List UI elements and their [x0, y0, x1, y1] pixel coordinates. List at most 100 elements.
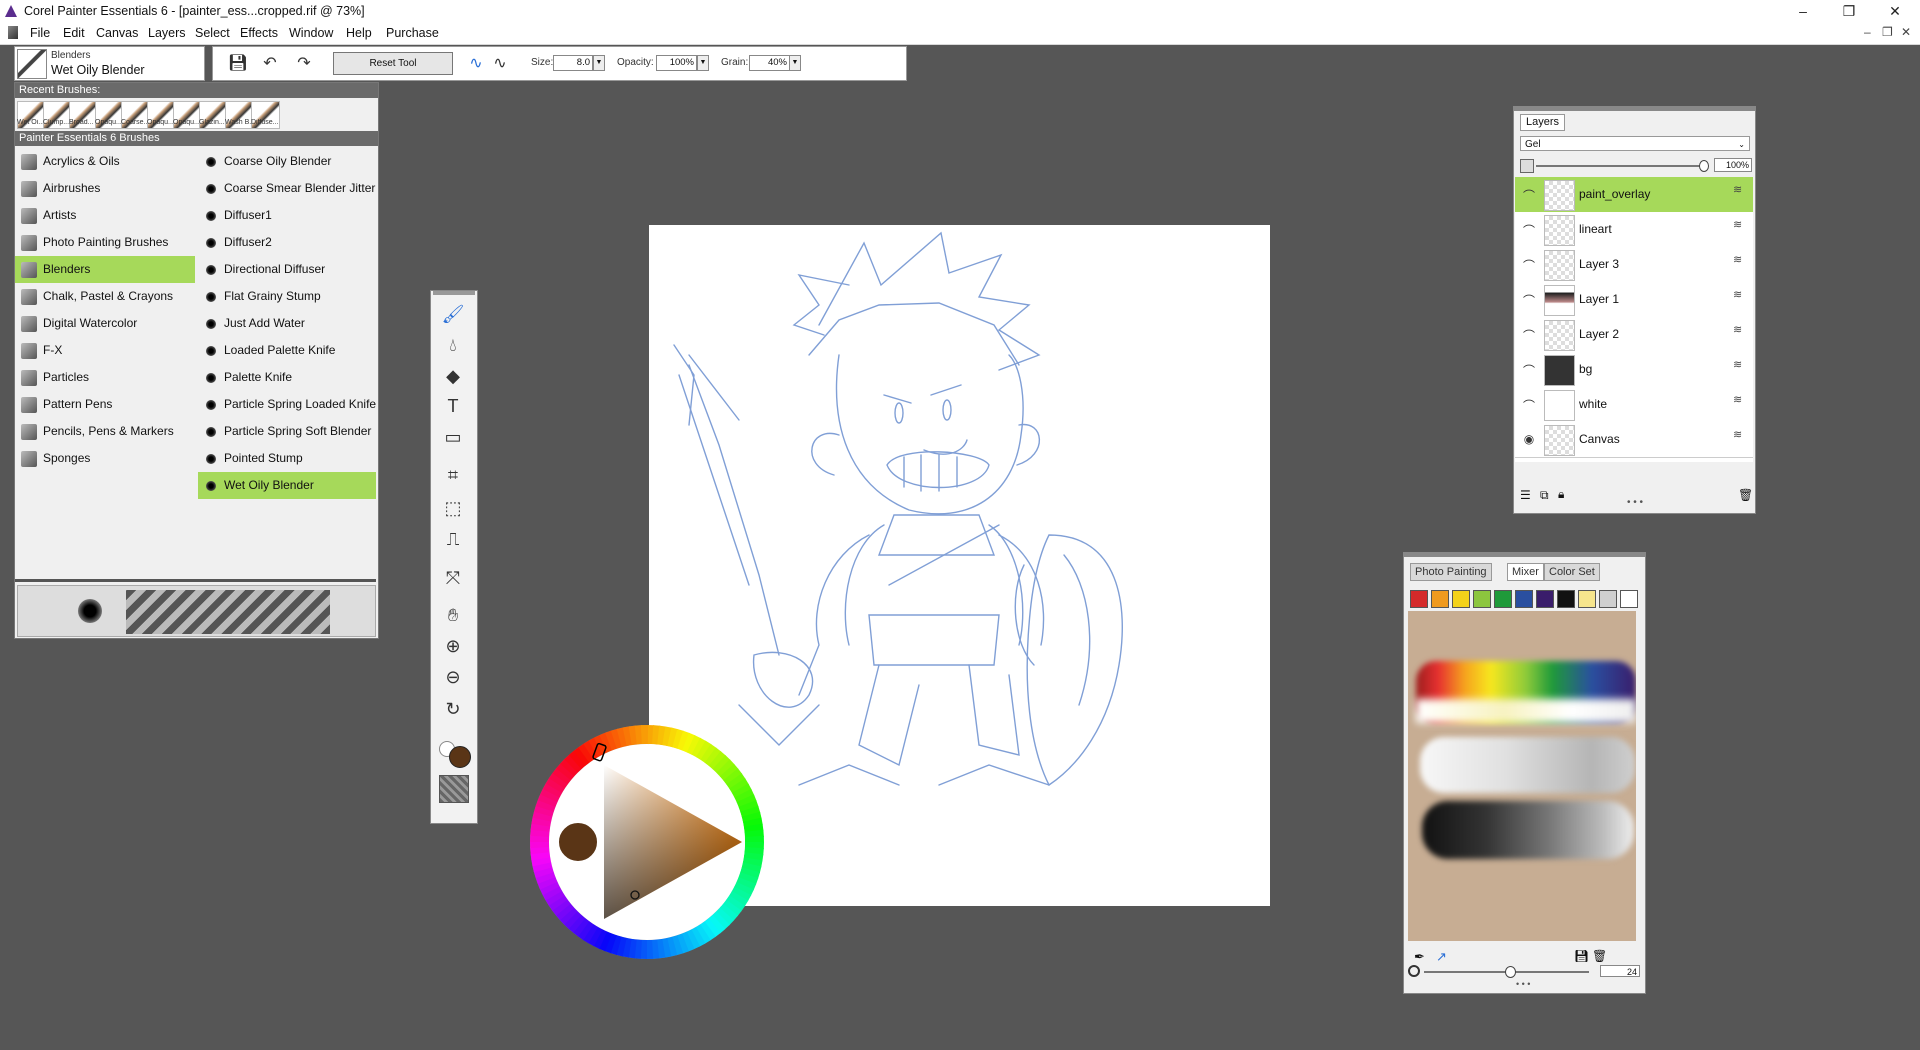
- color-swatch[interactable]: [1557, 590, 1575, 608]
- panel-grip[interactable]: [1514, 107, 1755, 111]
- rect-select-icon[interactable]: ⬚: [439, 495, 467, 521]
- undo-icon[interactable]: ↶: [259, 53, 281, 75]
- eraser-icon[interactable]: ▭: [439, 424, 467, 450]
- main-color-swatch[interactable]: [449, 746, 471, 768]
- paint-bucket-icon[interactable]: ◆: [439, 363, 467, 389]
- menu-layers[interactable]: Layers: [148, 26, 186, 40]
- tab-mixer[interactable]: Mixer: [1507, 563, 1544, 581]
- brush-category-item[interactable]: Chalk, Pastel & Crayons: [15, 283, 195, 310]
- menu-select[interactable]: Select: [195, 26, 230, 40]
- reset-tool-button[interactable]: Reset Tool: [333, 52, 453, 75]
- brush-variant-item[interactable]: Just Add Water: [198, 310, 376, 337]
- new-layer-icon[interactable]: ⧉: [1540, 488, 1549, 503]
- brush-variant-item[interactable]: Wet Oily Blender: [198, 472, 376, 499]
- tab-color-set[interactable]: Color Set: [1544, 563, 1600, 581]
- menu-window[interactable]: Window: [289, 26, 333, 40]
- composite-method-dropdown[interactable]: Gel ⌄: [1520, 136, 1750, 151]
- brush-variant-item[interactable]: Diffuser2: [198, 229, 376, 256]
- transform-icon[interactable]: ⤧: [439, 565, 467, 591]
- layer-row[interactable]: ⌒ Layer 2 ≋: [1515, 317, 1753, 353]
- layer-row[interactable]: ⌒ paint_overlay ≋: [1515, 177, 1753, 213]
- brush-category-item[interactable]: Blenders: [15, 256, 195, 283]
- brush-variant-item[interactable]: Coarse Smear Blender Jitter: [198, 175, 376, 202]
- color-swatch[interactable]: [1431, 590, 1449, 608]
- color-swatch[interactable]: [1620, 590, 1638, 608]
- doc-restore-button[interactable]: ❐: [1882, 25, 1893, 39]
- layer-row[interactable]: ⌒ lineart ≋: [1515, 212, 1753, 248]
- color-swatch[interactable]: [1410, 590, 1428, 608]
- size-field[interactable]: 8.0: [553, 55, 593, 71]
- visibility-eye-icon[interactable]: ⌒: [1521, 327, 1537, 344]
- grain-field[interactable]: 40%: [749, 55, 790, 71]
- color-swatch[interactable]: [1452, 590, 1470, 608]
- save-icon[interactable]: 💾︎: [227, 53, 249, 75]
- brush-category-item[interactable]: Sponges: [15, 445, 195, 472]
- grain-dropdown[interactable]: ▼: [789, 55, 801, 71]
- menu-effects[interactable]: Effects: [240, 26, 278, 40]
- layer-row[interactable]: ◉ Canvas ≋: [1515, 422, 1753, 458]
- color-swatch[interactable]: [1536, 590, 1554, 608]
- brush-variant-item[interactable]: Palette Knife: [198, 364, 376, 391]
- panel-grip[interactable]: [1404, 553, 1645, 557]
- opacity-field[interactable]: 100%: [656, 55, 697, 71]
- brush-variant-item[interactable]: Particle Spring Soft Blender: [198, 418, 376, 445]
- restore-button[interactable]: ❐: [1826, 0, 1872, 22]
- layer-row[interactable]: ⌒ Layer 1 ≋: [1515, 282, 1753, 318]
- visibility-eye-icon[interactable]: ⌒: [1521, 397, 1537, 414]
- mixer-clear-icon[interactable]: 🗑︎: [1592, 949, 1607, 963]
- grabber-hand-icon[interactable]: ✋︎: [439, 602, 467, 628]
- trash-icon[interactable]: 🗑︎: [1738, 488, 1753, 502]
- brush-category-item[interactable]: Pencils, Pens & Markers: [15, 418, 195, 445]
- brush-category-item[interactable]: Artists: [15, 202, 195, 229]
- visibility-eye-icon[interactable]: ◉: [1521, 432, 1537, 446]
- mixer-brush-icon[interactable]: ✒︎: [1414, 949, 1425, 965]
- layers-tab[interactable]: Layers: [1520, 114, 1566, 131]
- color-swatch[interactable]: [1473, 590, 1491, 608]
- brush-category-item[interactable]: Acrylics & Oils: [15, 148, 195, 175]
- brush-variant-item[interactable]: Pointed Stump: [198, 445, 376, 472]
- visibility-eye-icon[interactable]: ⌒: [1521, 292, 1537, 309]
- menu-edit[interactable]: Edit: [63, 26, 85, 40]
- color-swatch[interactable]: [1515, 590, 1533, 608]
- doc-minimize-button[interactable]: –: [1864, 25, 1871, 39]
- mixer-pad[interactable]: [1408, 611, 1636, 941]
- straight-line-icon[interactable]: ∿: [489, 53, 511, 75]
- layer-row[interactable]: ⌒ bg ≋: [1515, 352, 1753, 388]
- layer-opacity-field[interactable]: 100%: [1714, 158, 1752, 172]
- toolbox-grip[interactable]: [433, 291, 475, 295]
- layer-row[interactable]: ⌒ Layer 3 ≋: [1515, 247, 1753, 283]
- menu-purchase[interactable]: Purchase: [386, 26, 439, 40]
- layer-row[interactable]: ⌒ white ≋: [1515, 387, 1753, 423]
- zoom-out-icon[interactable]: ⊖: [439, 664, 467, 690]
- brush-category-item[interactable]: Pattern Pens: [15, 391, 195, 418]
- brush-variant-item[interactable]: Diffuser1: [198, 202, 376, 229]
- color-swatch[interactable]: [1494, 590, 1512, 608]
- mixer-size-handle[interactable]: [1505, 966, 1516, 978]
- color-wheel[interactable]: [528, 723, 766, 961]
- crop-icon[interactable]: ⌗: [439, 462, 467, 488]
- visibility-eye-icon[interactable]: ⌒: [1521, 222, 1537, 239]
- mixer-dropper-icon[interactable]: ↗: [1436, 949, 1447, 965]
- dropper-icon[interactable]: 💧︎: [439, 332, 467, 358]
- brush-category-item[interactable]: F-X: [15, 337, 195, 364]
- brush-category-item[interactable]: Airbrushes: [15, 175, 195, 202]
- brush-selector[interactable]: Blenders Wet Oily Blender: [14, 46, 205, 81]
- text-icon[interactable]: T: [439, 393, 467, 419]
- minimize-button[interactable]: –: [1780, 0, 1826, 22]
- visibility-eye-icon[interactable]: ⌒: [1521, 187, 1537, 204]
- brush-category-item[interactable]: Digital Watercolor: [15, 310, 195, 337]
- brush-variant-item[interactable]: Flat Grainy Stump: [198, 283, 376, 310]
- mixer-save-icon[interactable]: 💾︎: [1574, 949, 1589, 963]
- brush-variant-item[interactable]: Particle Spring Loaded Knife: [198, 391, 376, 418]
- zoom-in-icon[interactable]: ⊕: [439, 633, 467, 659]
- tab-photo-painting[interactable]: Photo Painting: [1410, 563, 1492, 581]
- visibility-eye-icon[interactable]: ⌒: [1521, 257, 1537, 274]
- clone-stamp-icon[interactable]: ⎍: [439, 526, 467, 552]
- close-button[interactable]: ✕: [1872, 0, 1918, 22]
- doc-close-button[interactable]: ✕: [1901, 25, 1911, 39]
- freehand-stroke-icon[interactable]: ∿: [465, 53, 487, 75]
- opacity-dropdown[interactable]: ▼: [697, 55, 709, 71]
- brush-icon[interactable]: 🖌︎: [439, 301, 467, 327]
- menu-canvas[interactable]: Canvas: [96, 26, 138, 40]
- color-swatch[interactable]: [1599, 590, 1617, 608]
